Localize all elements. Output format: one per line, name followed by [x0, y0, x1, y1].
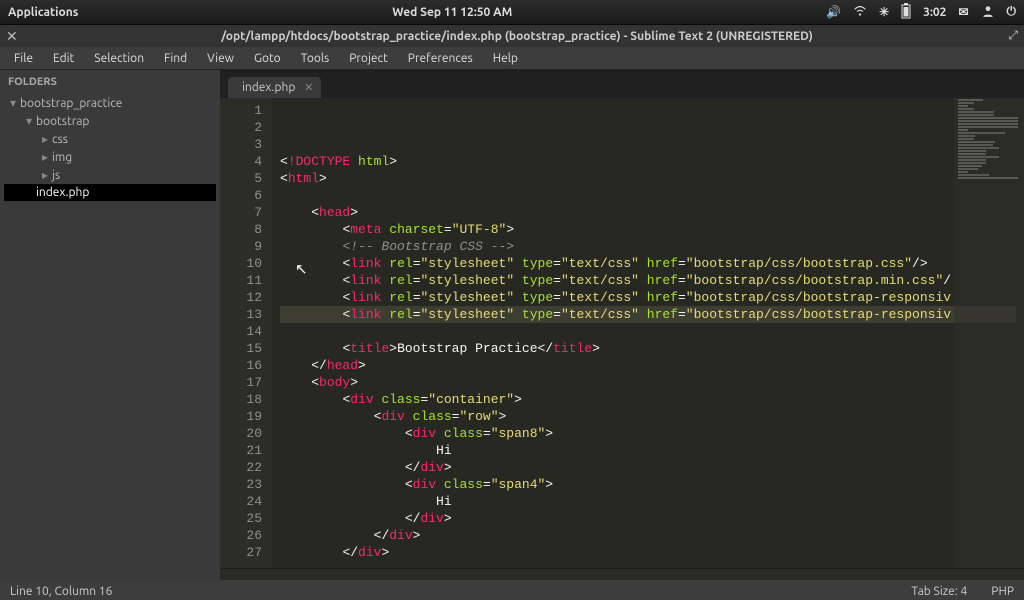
menu-view[interactable]: View — [197, 50, 244, 67]
tree-item-bootstrap_practice[interactable]: ▾bootstrap_practice — [4, 94, 216, 112]
code-editor[interactable]: ↖ <!DOCTYPE html><html> <head> <meta cha… — [272, 98, 1024, 568]
desktop-top-bar: Applications Wed Sep 11 12:50 AM 🔊 ✳ 3:0… — [0, 0, 1024, 25]
user-icon[interactable] — [981, 4, 995, 21]
menu-file[interactable]: File — [4, 50, 43, 67]
menu-tools[interactable]: Tools — [291, 50, 340, 67]
menu-edit[interactable]: Edit — [43, 50, 84, 67]
tree-item-bootstrap[interactable]: ▾bootstrap — [4, 112, 216, 130]
apps-menu[interactable]: Applications — [8, 6, 78, 19]
bluetooth-icon[interactable]: ✳ — [879, 5, 889, 19]
menu-preferences[interactable]: Preferences — [398, 50, 483, 67]
status-bar: Line 10, Column 16 Tab Size: 4 PHP — [0, 580, 1024, 600]
volume-icon[interactable]: 🔊 — [826, 5, 841, 19]
horizontal-scrollbar[interactable] — [220, 568, 1024, 580]
menu-help[interactable]: Help — [483, 50, 528, 67]
tree-item-img[interactable]: ▸img — [4, 148, 216, 166]
editor-area: index.php ✕ 1234567891011121314151617181… — [220, 70, 1024, 580]
tab-bar[interactable]: index.php ✕ — [220, 70, 1024, 98]
menu-project[interactable]: Project — [339, 50, 398, 67]
line-gutter[interactable]: 1234567891011121314151617181920212223242… — [220, 98, 272, 568]
tab-label: index.php — [242, 81, 295, 94]
tree-item-index-php[interactable]: index.php — [4, 184, 216, 201]
menu-find[interactable]: Find — [154, 50, 197, 67]
tree-item-css[interactable]: ▸css — [4, 130, 216, 148]
folder-tree[interactable]: ▾bootstrap_practice▾bootstrap▸css▸img▸js… — [0, 94, 220, 201]
wifi-icon[interactable] — [853, 4, 867, 21]
window-titlebar[interactable]: ✕ /opt/lampp/htdocs/bootstrap_practice/i… — [0, 25, 1024, 47]
desktop-clock-right[interactable]: 3:02 — [923, 6, 946, 19]
battery-icon[interactable] — [901, 3, 911, 22]
mail-icon[interactable]: ✉ — [958, 5, 968, 19]
power-icon[interactable]: ⏻ — [1007, 5, 1017, 19]
minimap[interactable] — [954, 98, 1024, 568]
syntax-mode[interactable]: PHP — [991, 585, 1014, 598]
window-title: /opt/lampp/htdocs/bootstrap_practice/ind… — [26, 30, 1009, 43]
tab-index-php[interactable]: index.php ✕ — [228, 77, 321, 98]
menu-selection[interactable]: Selection — [84, 50, 154, 67]
menu-bar: FileEditSelectionFindViewGotoToolsProjec… — [0, 47, 1024, 70]
cursor-position[interactable]: Line 10, Column 16 — [10, 585, 112, 598]
maximize-icon[interactable]: ⤢ — [1008, 29, 1018, 43]
close-icon[interactable]: ✕ — [6, 28, 18, 45]
menu-goto[interactable]: Goto — [244, 50, 291, 67]
sidebar-header: FOLDERS — [0, 70, 220, 94]
sidebar[interactable]: FOLDERS ▾bootstrap_practice▾bootstrap▸cs… — [0, 70, 220, 580]
tree-item-js[interactable]: ▸js — [4, 166, 216, 184]
tab-size[interactable]: Tab Size: 4 — [911, 585, 967, 598]
desktop-clock-center[interactable]: Wed Sep 11 12:50 AM — [78, 6, 826, 19]
tab-close-icon[interactable]: ✕ — [304, 81, 313, 94]
